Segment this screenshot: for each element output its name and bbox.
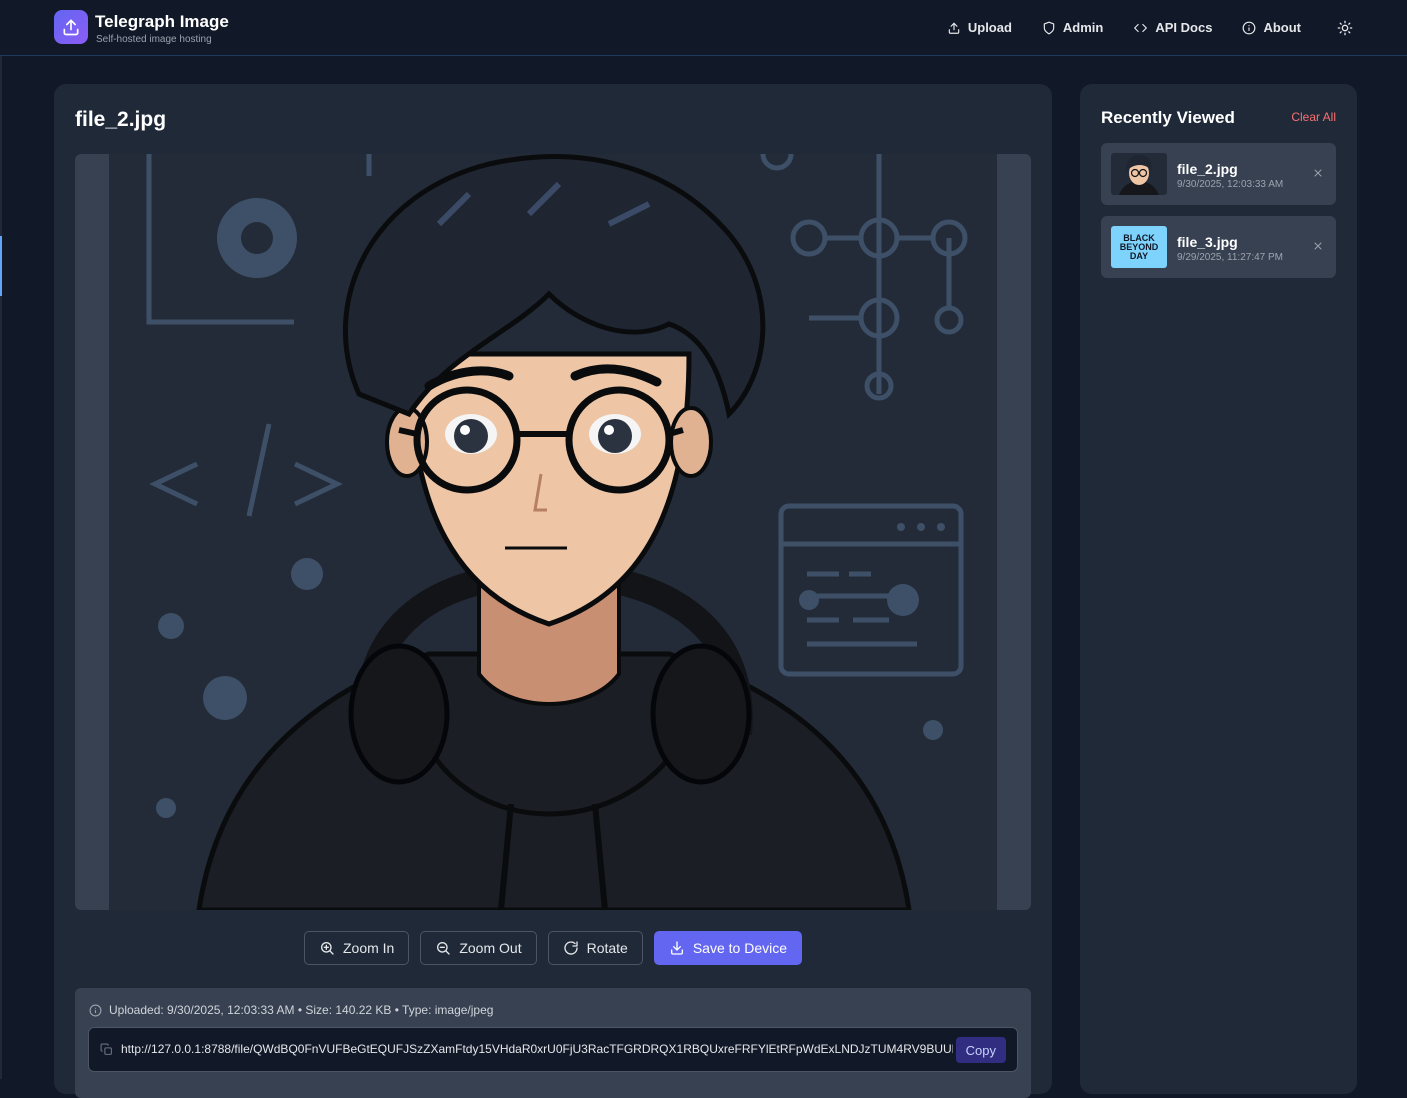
logo-upload-icon[interactable] [54,10,88,44]
zoom-out-button[interactable]: Zoom Out [420,931,537,965]
recent-item-name: file_2.jpg [1177,161,1238,177]
rotate-label: Rotate [586,940,628,956]
theme-toggle-button[interactable] [1337,20,1353,36]
zoom-in-button[interactable]: Zoom In [303,931,410,965]
nav-admin[interactable]: Admin [1042,20,1103,35]
info-icon [89,1004,102,1016]
file-url-text[interactable]: http://127.0.0.1:8788/file/QWdBQ0FnVUFBe… [121,1042,953,1056]
file-meta-text: Uploaded: 9/30/2025, 12:03:33 AM • Size:… [109,1003,494,1017]
shield-icon [1043,21,1055,34]
zoom-in-icon [320,942,334,955]
zoom-out-label: Zoom Out [459,940,522,956]
app-title[interactable]: Telegraph Image [95,12,229,32]
nav-about-label: About [1263,20,1301,35]
save-to-device-button[interactable]: Save to Device [653,931,803,965]
nav-about[interactable]: About [1242,20,1301,35]
nav-api-docs[interactable]: API Docs [1133,20,1212,35]
preview-image [109,154,997,910]
zoom-in-label: Zoom In [342,940,395,956]
clear-all-button[interactable]: Clear All [1291,110,1336,124]
recent-thumbnail [1111,153,1167,195]
recently-viewed-panel: Recently Viewed Clear All file_2.jpg 9/3… [1080,84,1357,1094]
file-info-panel: Uploaded: 9/30/2025, 12:03:33 AM • Size:… [75,988,1031,1098]
top-header: Telegraph Image Self-hosted image hostin… [0,0,1407,56]
nav-upload-label: Upload [967,20,1012,35]
nav-admin-label: Admin [1062,20,1104,35]
recent-thumbnail: BLACK BEYOND DAY [1111,226,1167,268]
save-label: Save to Device [692,940,788,956]
file-title: file_2.jpg [75,108,167,131]
sun-icon [1337,20,1353,35]
window-edge [0,56,2,1079]
image-viewer[interactable] [75,154,1031,910]
nav-upload[interactable]: Upload [947,20,1012,35]
file-url-field[interactable]: http://127.0.0.1:8788/file/QWdBQ0FnVUFBe… [88,1027,1018,1072]
remove-icon[interactable] [1312,167,1324,179]
recent-item-date: 9/30/2025, 12:03:33 AM [1177,179,1284,190]
recent-item-date: 9/29/2025, 11:27:47 PM [1177,252,1284,263]
remove-icon[interactable] [1312,240,1324,252]
thumbnail-text: BLACK BEYOND DAY [1119,232,1159,261]
nav-api-docs-label: API Docs [1155,20,1213,35]
download-icon [670,941,683,955]
app-subtitle: Self-hosted image hosting [96,34,212,45]
main-nav: Upload Admin API Docs About [947,0,1353,55]
code-icon [1134,23,1148,32]
recent-item-name: file_3.jpg [1177,234,1238,250]
upload-icon [948,22,960,34]
rotate-button[interactable]: Rotate [547,931,643,965]
recent-item[interactable]: file_2.jpg 9/30/2025, 12:03:33 AM [1101,143,1336,205]
zoom-out-icon [437,942,451,955]
image-toolbar: Zoom In Zoom Out Rotate Save to Device [54,931,1052,965]
recently-viewed-title: Recently Viewed [1101,108,1235,127]
copy-icon [100,1043,112,1055]
file-meta: Uploaded: 9/30/2025, 12:03:33 AM • Size:… [89,1003,493,1017]
image-detail-card: file_2.jpg Zoom In Zoom Out Rotate Save … [54,84,1052,1098]
copy-url-button[interactable]: Copy [955,1037,1006,1063]
recent-item[interactable]: BLACK BEYOND DAY file_3.jpg 9/29/2025, 1… [1101,216,1336,278]
rotate-icon [563,941,578,955]
info-icon [1243,21,1256,34]
